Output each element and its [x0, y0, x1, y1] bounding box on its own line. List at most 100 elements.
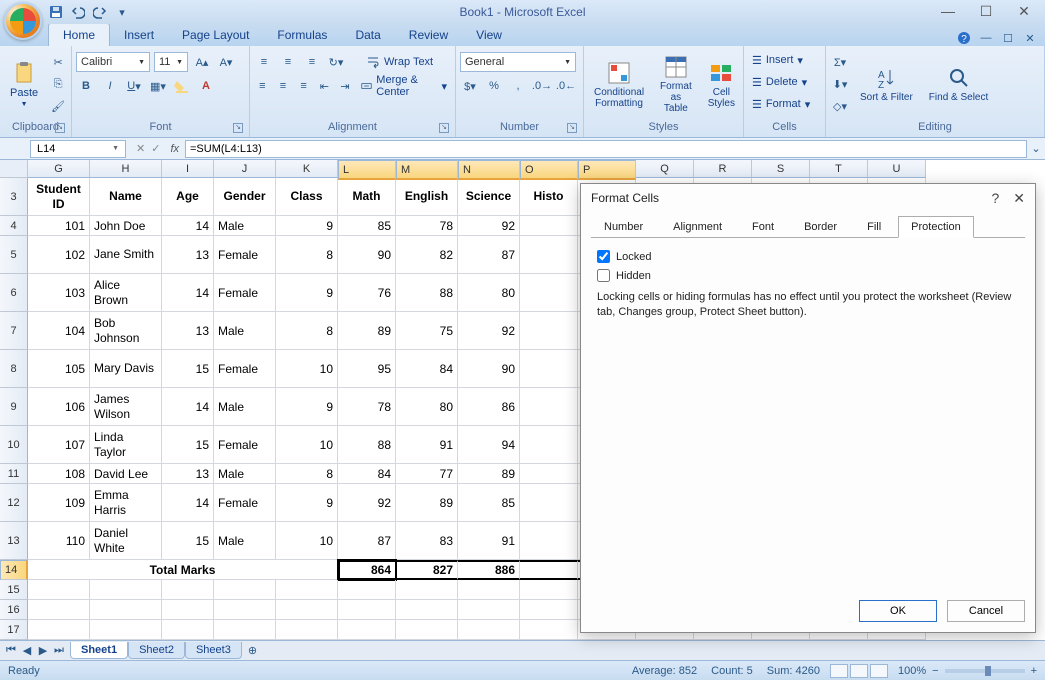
qat-customize-icon[interactable]: ▾ [114, 4, 130, 20]
cell[interactable]: 89 [338, 312, 396, 350]
cell[interactable]: 8 [276, 236, 338, 274]
cell-styles-button[interactable]: Cell Styles [702, 59, 741, 111]
cell[interactable]: Female [214, 274, 276, 312]
font-size-select[interactable]: 11▼ [154, 52, 188, 72]
cell[interactable]: 8 [276, 464, 338, 484]
cell[interactable]: Mary Davis [90, 350, 162, 388]
cell[interactable]: 78 [338, 388, 396, 426]
conditional-formatting-button[interactable]: Conditional Formatting [588, 59, 650, 111]
sheet-tab-2[interactable]: Sheet2 [128, 642, 185, 659]
ribbon-restore-icon[interactable]: ☐ [999, 30, 1017, 46]
hidden-checkbox-row[interactable]: Hidden [597, 269, 1019, 282]
grow-font-icon[interactable]: A▴ [192, 52, 212, 72]
cell[interactable]: 14 [162, 216, 214, 236]
cell[interactable]: 864 [338, 560, 396, 580]
cell[interactable]: Math [338, 178, 396, 216]
tab-formulas[interactable]: Formulas [263, 24, 341, 46]
cell[interactable]: 108 [28, 464, 90, 484]
cell[interactable]: 105 [28, 350, 90, 388]
cell[interactable]: 89 [396, 484, 458, 522]
cell[interactable] [214, 580, 276, 600]
row-header[interactable]: 8 [0, 350, 28, 388]
column-header-P[interactable]: P [578, 160, 636, 180]
cell[interactable]: 8 [276, 312, 338, 350]
row-header[interactable]: 17 [0, 620, 28, 640]
cell[interactable]: 92 [338, 484, 396, 522]
cell[interactable] [276, 580, 338, 600]
align-left-icon[interactable]: ≡ [254, 76, 271, 96]
cell[interactable] [162, 600, 214, 620]
save-icon[interactable] [48, 4, 64, 20]
cell[interactable] [520, 522, 578, 560]
cell[interactable] [396, 600, 458, 620]
sheet-nav-last-icon[interactable]: ⏭ [52, 644, 66, 657]
cell[interactable] [520, 216, 578, 236]
cell[interactable] [90, 600, 162, 620]
view-page-layout-icon[interactable] [850, 664, 868, 678]
paste-button[interactable]: Paste ▼ [4, 59, 44, 110]
cell[interactable]: Alice Brown [90, 274, 162, 312]
increase-indent-icon[interactable]: ⇥ [337, 76, 354, 96]
cell[interactable]: Emma Harris [90, 484, 162, 522]
column-header-I[interactable]: I [162, 160, 214, 178]
row-header[interactable]: 10 [0, 426, 28, 464]
cell[interactable] [396, 580, 458, 600]
dialog-tab-number[interactable]: Number [591, 216, 656, 238]
tab-home[interactable]: Home [48, 23, 110, 46]
cell[interactable]: Linda Taylor [90, 426, 162, 464]
zoom-slider[interactable] [945, 669, 1025, 673]
dialog-title-bar[interactable]: Format Cells ? ✕ [581, 184, 1035, 212]
cancel-button[interactable]: Cancel [947, 600, 1025, 622]
cell[interactable]: 13 [162, 312, 214, 350]
cell[interactable] [520, 426, 578, 464]
ribbon-minimize-icon[interactable]: — [977, 30, 995, 46]
cell[interactable]: 82 [396, 236, 458, 274]
cell[interactable]: Age [162, 178, 214, 216]
cell[interactable]: 87 [458, 236, 520, 274]
cell[interactable]: 91 [396, 426, 458, 464]
cell[interactable]: Daniel White [90, 522, 162, 560]
cell[interactable] [520, 484, 578, 522]
cell[interactable]: 103 [28, 274, 90, 312]
decrease-decimal-icon[interactable]: .0← [556, 76, 576, 96]
dialog-tab-font[interactable]: Font [739, 216, 787, 238]
cell[interactable]: 10 [276, 426, 338, 464]
row-header[interactable]: 6 [0, 274, 28, 312]
dialog-tab-alignment[interactable]: Alignment [660, 216, 735, 238]
align-center-icon[interactable]: ≡ [275, 76, 292, 96]
cell[interactable]: 15 [162, 522, 214, 560]
cell[interactable]: 92 [458, 312, 520, 350]
ribbon-close-icon[interactable]: ✕ [1021, 30, 1039, 46]
cell[interactable] [162, 580, 214, 600]
help-icon[interactable]: ? [955, 30, 973, 46]
minimize-button[interactable]: — [933, 2, 963, 20]
cell[interactable]: 95 [338, 350, 396, 388]
cell[interactable]: 9 [276, 484, 338, 522]
cell[interactable]: 9 [276, 216, 338, 236]
cell[interactable]: David Lee [90, 464, 162, 484]
cell[interactable]: Student ID [28, 178, 90, 216]
hidden-checkbox[interactable] [597, 269, 610, 282]
cell[interactable]: 9 [276, 274, 338, 312]
select-all-corner[interactable] [0, 160, 28, 178]
row-header[interactable]: 16 [0, 600, 28, 620]
cell[interactable]: 92 [458, 216, 520, 236]
row-header[interactable]: 7 [0, 312, 28, 350]
cell[interactable] [520, 580, 578, 600]
cell[interactable]: 106 [28, 388, 90, 426]
close-button[interactable]: ✕ [1009, 2, 1039, 20]
cell[interactable]: Science [458, 178, 520, 216]
column-header-N[interactable]: N [458, 160, 520, 180]
font-color-icon[interactable]: A [196, 76, 216, 96]
sheet-nav-first-icon[interactable]: ⏮ [4, 644, 18, 657]
tab-review[interactable]: Review [395, 24, 462, 46]
cell[interactable] [214, 620, 276, 640]
format-as-table-button[interactable]: Format as Table [654, 53, 698, 116]
cell[interactable]: Male [214, 464, 276, 484]
delete-cells-button[interactable]: ☰ Delete ▾ [748, 72, 821, 92]
dialog-tab-fill[interactable]: Fill [854, 216, 894, 238]
cell[interactable] [396, 620, 458, 640]
cell[interactable]: 86 [458, 388, 520, 426]
cell[interactable]: 9 [276, 388, 338, 426]
cell[interactable] [458, 620, 520, 640]
